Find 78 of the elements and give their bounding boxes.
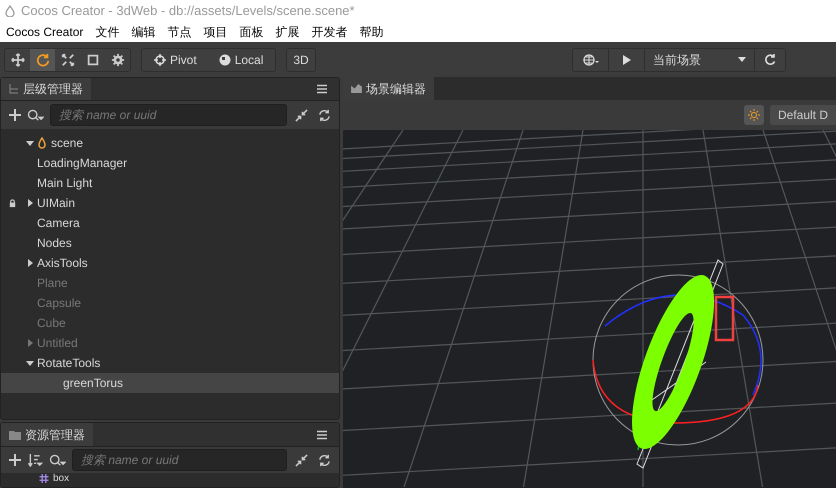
tree-item[interactable]: LoadingManager — [1, 153, 339, 173]
collapse-icon[interactable] — [295, 108, 308, 122]
rotate-icon — [36, 52, 50, 66]
caret-down-icon[interactable] — [26, 359, 34, 367]
tree-item[interactable]: UIMain — [1, 193, 339, 213]
collapse-icon[interactable] — [295, 454, 308, 466]
tree-item[interactable]: Main Light — [1, 173, 339, 193]
play-icon — [622, 54, 630, 64]
light-button[interactable] — [744, 105, 764, 125]
node-label: UIMain — [37, 195, 76, 212]
scene-dropdown[interactable]: 当前场景 — [645, 48, 755, 70]
app-logo-icon — [4, 5, 16, 17]
gear-icon — [110, 52, 124, 66]
move-icon — [10, 52, 24, 66]
scene-editor-tab[interactable]: 场景编辑器 — [343, 77, 434, 100]
menu-item[interactable]: 扩展 — [275, 23, 300, 41]
lock-icon[interactable] — [8, 198, 16, 208]
hierarchy-tab[interactable]: 层级管理器 — [1, 78, 91, 100]
sort-icon[interactable] — [27, 454, 43, 466]
refresh-icon[interactable] — [318, 454, 331, 466]
mode-button[interactable]: 3D — [286, 48, 316, 72]
node-label: Nodes — [37, 235, 72, 252]
search-icon[interactable] — [49, 454, 66, 466]
flame-icon — [37, 137, 47, 149]
tree-item[interactable]: greenTorus — [1, 373, 339, 393]
node-label: Capsule — [37, 295, 82, 312]
menu-item[interactable]: 面板 — [239, 23, 264, 41]
assets-tab[interactable]: 资源管理器 — [1, 423, 93, 446]
scene-icon — [351, 84, 362, 93]
caret-down-icon — [738, 57, 746, 62]
menu-item[interactable]: Cocos Creator — [6, 23, 84, 41]
rect-icon — [86, 52, 100, 66]
camera-button[interactable]: Default D — [770, 105, 836, 125]
tree-icon — [9, 84, 19, 94]
menu-item[interactable]: 节点 — [167, 23, 192, 41]
menu-item[interactable]: 文件 — [95, 23, 120, 41]
scale-icon — [60, 52, 74, 66]
hash-icon — [39, 474, 49, 483]
crosshair-icon — [154, 54, 166, 66]
add-icon[interactable] — [9, 109, 21, 121]
caret-right-icon[interactable] — [26, 199, 34, 207]
refresh-icon — [764, 54, 776, 66]
caret-down-icon[interactable] — [26, 139, 34, 147]
menu-item[interactable]: 开发者 — [311, 23, 348, 41]
folder-icon — [9, 430, 21, 440]
search-field[interactable]: 搜索 name or uuid — [50, 104, 287, 126]
asset-item[interactable]: box — [1, 473, 339, 484]
node-label: Untitled — [37, 335, 78, 352]
search-field[interactable]: 搜索 name or uuid — [72, 449, 287, 471]
local-button[interactable]: Local — [212, 48, 270, 70]
node-label: greenTorus — [63, 375, 124, 392]
node-label: scene — [51, 135, 84, 152]
tree-item[interactable]: Camera — [1, 213, 339, 233]
sun-icon — [748, 109, 760, 121]
node-label: RotateTools — [37, 355, 100, 372]
menu-icon[interactable] — [317, 84, 327, 94]
caret-right-icon[interactable] — [26, 259, 34, 267]
tree-item[interactable]: scene — [1, 133, 339, 153]
menu-item[interactable]: 帮助 — [359, 23, 384, 41]
menu-item[interactable]: 编辑 — [131, 23, 156, 41]
node-label: AxisTools — [37, 255, 88, 272]
add-icon[interactable] — [9, 454, 21, 466]
pivot-button[interactable]: Pivot — [148, 48, 203, 70]
search-icon[interactable] — [27, 108, 44, 122]
tree-item[interactable]: RotateTools — [1, 353, 339, 373]
tree-item[interactable]: Nodes — [1, 233, 339, 253]
refresh-icon[interactable] — [318, 108, 331, 122]
menu-icon[interactable] — [317, 430, 327, 440]
node-label: Main Light — [37, 175, 92, 192]
menu-item[interactable]: 项目 — [203, 23, 228, 41]
node-label: Cube — [37, 315, 66, 332]
asset-label: box — [53, 474, 70, 484]
node-label: Plane — [37, 275, 68, 292]
tool-button[interactable] — [30, 48, 55, 70]
node-label: LoadingManager — [37, 155, 128, 172]
window-title: Cocos Creator - 3dWeb - db://assets/Levels/scene.scene* — [21, 2, 355, 20]
tree-item[interactable]: AxisTools — [1, 253, 339, 273]
node-label: Camera — [37, 215, 80, 232]
